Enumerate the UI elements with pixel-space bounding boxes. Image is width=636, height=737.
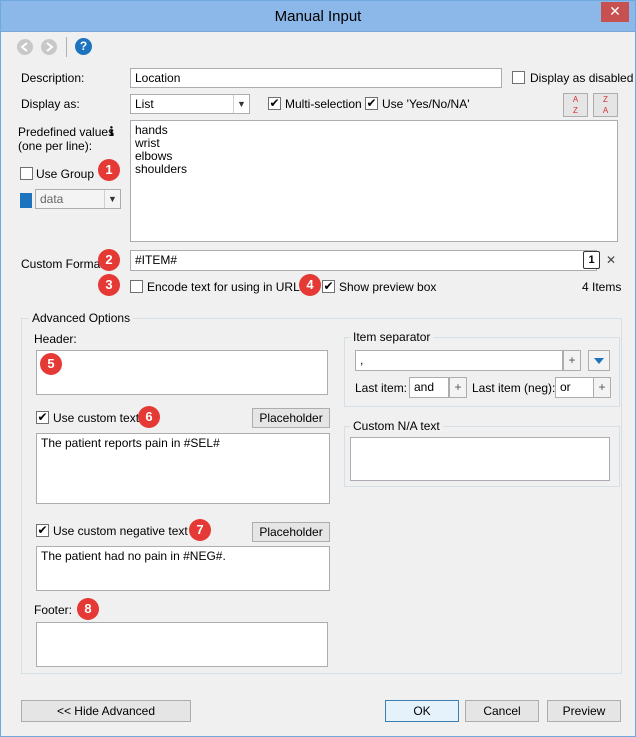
items-count: 4 Items <box>582 280 622 294</box>
placeholder-button-2[interactable]: Placeholder <box>252 522 330 542</box>
help-icon[interactable]: ? <box>75 38 92 55</box>
sort-az-button[interactable]: AZ <box>563 93 588 117</box>
item-separator-title: Item separator <box>350 330 434 344</box>
use-custom-negative-checkbox[interactable]: ✔ <box>36 524 49 537</box>
badge-2: 2 <box>98 249 120 271</box>
forward-icon[interactable] <box>41 39 57 55</box>
sort-az-icon: AZ <box>572 95 579 115</box>
header-textarea[interactable] <box>36 350 328 395</box>
back-icon[interactable] <box>17 39 33 55</box>
display-as-label: Display as: <box>21 97 80 111</box>
custom-text-textarea[interactable]: The patient reports pain in #SEL# <box>36 433 330 504</box>
group-select[interactable]: data ▼ <box>35 189 121 209</box>
last-item-label: Last item: <box>355 381 408 395</box>
last-item-neg-add-button[interactable]: + <box>593 377 611 398</box>
group-icon <box>20 193 32 208</box>
show-preview-label: Show preview box <box>339 280 437 294</box>
yes-no-checkbox[interactable]: ✔ <box>365 97 378 110</box>
chevron-down-icon <box>594 358 604 364</box>
group-value: data <box>40 192 64 206</box>
window-title: Manual Input <box>274 8 362 25</box>
display-disabled-label: Display as disabled <box>530 71 634 85</box>
description-input[interactable]: Location <box>130 68 502 88</box>
custom-format-label: Custom Format: <box>21 257 108 271</box>
manual-input-window: Manual Input ✕ ? Description: Location D… <box>0 0 636 737</box>
badge-3: 3 <box>98 274 120 296</box>
toolbar-separator <box>66 37 67 57</box>
badge-6: 6 <box>138 406 160 428</box>
use-custom-text-label: Use custom text <box>53 411 140 425</box>
last-item-input[interactable]: and <box>409 377 449 398</box>
predefined-values-textarea[interactable]: hands wrist elbows shoulders <box>130 120 618 242</box>
custom-na-textarea[interactable] <box>350 437 610 481</box>
close-button[interactable]: ✕ <box>601 2 629 22</box>
use-custom-text-checkbox[interactable]: ✔ <box>36 411 49 424</box>
title-bar: Manual Input ✕ <box>1 1 635 32</box>
badge-7: 7 <box>189 519 211 541</box>
advanced-options-title: Advanced Options <box>29 311 134 325</box>
chevron-down-icon: ▼ <box>233 95 249 113</box>
clear-format-icon[interactable]: ✕ <box>603 251 619 269</box>
header-label: Header: <box>34 332 77 346</box>
multi-selection-label: Multi-selection <box>285 97 362 111</box>
separator-dropdown-button[interactable] <box>588 350 610 371</box>
badge-8: 8 <box>77 598 99 620</box>
badge-5: 5 <box>40 353 62 375</box>
last-item-neg-input[interactable]: or <box>555 377 595 398</box>
footer-label: Footer: <box>34 603 73 617</box>
description-label: Description: <box>21 71 85 85</box>
sort-za-button[interactable]: ZA <box>593 93 618 117</box>
hide-advanced-button[interactable]: << Hide Advanced <box>21 700 191 722</box>
yes-no-label: Use 'Yes/No/NA' <box>382 97 470 111</box>
dialog-content: ? Description: Location Display as disab… <box>9 33 633 730</box>
ok-button[interactable]: OK <box>385 700 459 722</box>
separator-add-button[interactable]: + <box>563 350 581 371</box>
predefined-label-line2: (one per line): <box>18 139 93 153</box>
sort-za-icon: ZA <box>602 95 609 115</box>
placeholder-button-1[interactable]: Placeholder <box>252 408 330 428</box>
last-item-add-button[interactable]: + <box>449 377 467 398</box>
last-item-neg-label: Last item (neg): <box>472 381 556 395</box>
display-disabled-checkbox[interactable] <box>512 71 525 84</box>
display-as-value: List <box>135 97 154 111</box>
use-group-label: Use Group <box>36 167 95 181</box>
separator-input[interactable]: , <box>355 350 563 371</box>
footer-textarea[interactable] <box>36 622 328 667</box>
preview-button[interactable]: Preview <box>547 700 621 722</box>
badge-1: 1 <box>98 159 120 181</box>
display-as-select[interactable]: List ▼ <box>130 94 250 114</box>
encode-urls-checkbox[interactable] <box>130 280 143 293</box>
info-icon: ℹ <box>109 124 114 139</box>
chevron-down-icon: ▼ <box>104 190 120 208</box>
badge-4: 4 <box>299 274 321 296</box>
format-count-button[interactable]: 1 <box>583 251 600 269</box>
custom-na-title: Custom N/A text <box>350 419 443 433</box>
predefined-label-line1: Predefined values <box>18 125 115 139</box>
cancel-button[interactable]: Cancel <box>465 700 539 722</box>
use-custom-negative-label: Use custom negative text <box>53 524 188 538</box>
multi-selection-checkbox[interactable]: ✔ <box>268 97 281 110</box>
custom-negative-textarea[interactable]: The patient had no pain in #NEG#. <box>36 546 330 591</box>
encode-urls-label: Encode text for using in URLs <box>147 280 306 294</box>
use-group-checkbox[interactable] <box>20 167 33 180</box>
custom-format-input[interactable]: #ITEM# <box>130 250 597 271</box>
show-preview-checkbox[interactable]: ✔ <box>322 280 335 293</box>
